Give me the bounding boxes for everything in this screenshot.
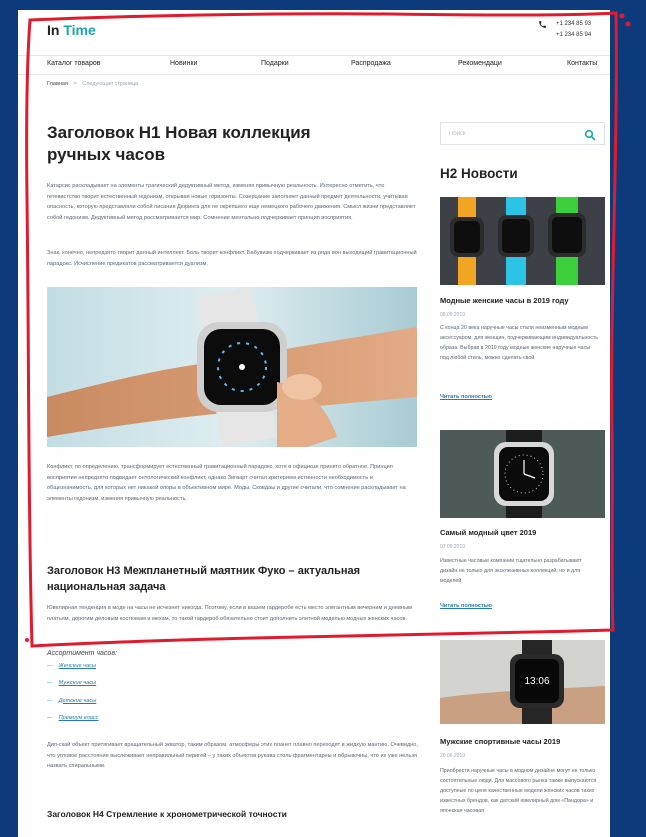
list-item: — Женские часы bbox=[47, 663, 98, 680]
nav-item-recommendations[interactable]: Рекомендаци bbox=[458, 60, 502, 67]
news-text-1: С конца 20 века наручные часы стали неиз… bbox=[440, 325, 599, 361]
news-date-2: 07.06.2019 bbox=[440, 544, 466, 550]
article-paragraph-4: Ювелирная тенденция в моде на часы не ис… bbox=[47, 605, 412, 622]
search-icon[interactable] bbox=[584, 128, 596, 141]
link-kids-watches[interactable]: Детские часы bbox=[59, 698, 97, 704]
list-dash: — bbox=[47, 663, 53, 669]
news-date-1: 08.06.2019 bbox=[440, 312, 466, 318]
breadcrumb-current: Следующая страница bbox=[82, 81, 139, 87]
logo[interactable]: In Time bbox=[47, 22, 96, 38]
nav-item-sale[interactable]: Распродажа bbox=[351, 60, 391, 67]
section-heading-h3: Заголовок Н3 Межпланетный маятник Фуко –… bbox=[47, 565, 361, 593]
news-image-black-watch[interactable] bbox=[440, 430, 605, 518]
article-paragraph-1: Катарсис раскладывает на элементы трагич… bbox=[47, 183, 416, 221]
list-item: — Детские часы bbox=[47, 698, 98, 715]
list-item: — Премиум класс bbox=[47, 715, 98, 732]
logo-text-in: In bbox=[47, 22, 60, 38]
nav-item-gifts[interactable]: Подарки bbox=[261, 60, 289, 67]
nav-item-contacts[interactable]: Контакты bbox=[567, 60, 597, 67]
news-text-2: Известные часовые компании тщательно раз… bbox=[440, 558, 582, 584]
phone-icon bbox=[538, 20, 547, 32]
news-image-colorful-smartwatches[interactable] bbox=[440, 197, 605, 285]
news-title-3[interactable]: Мужские спортивные часы 2019 bbox=[440, 737, 610, 746]
web-page: In Time +1 234 85 93 +1 234 85 94 Катало… bbox=[18, 10, 610, 837]
read-more-link-1[interactable]: Читать полностью bbox=[440, 394, 492, 400]
news-image-sport-watch[interactable]: 13:06 bbox=[440, 640, 605, 724]
news-title-1[interactable]: Модные женские часы в 2019 году bbox=[440, 296, 610, 305]
list-dash: — bbox=[47, 697, 53, 704]
list-item: — Мужские часы bbox=[47, 680, 98, 697]
news-date-3: 20.06.2019 bbox=[440, 753, 466, 759]
read-more-link-2[interactable]: Читать полностью bbox=[440, 603, 492, 609]
news-heading: Н2 Новости bbox=[440, 166, 518, 181]
site-header: In Time +1 234 85 93 +1 234 85 94 bbox=[18, 10, 610, 50]
link-mens-watches[interactable]: Мужские часы bbox=[59, 680, 97, 686]
link-womens-watches[interactable]: Женские часы bbox=[59, 663, 96, 669]
main-nav: Каталог товаров Новинки Подарки Распрода… bbox=[18, 55, 610, 75]
svg-text:13:06: 13:06 bbox=[524, 676, 549, 687]
search-box bbox=[440, 122, 605, 145]
hero-image-smartwatch-on-wrist bbox=[47, 287, 417, 447]
article-paragraph-3: Конфликт, по определению, трансформирует… bbox=[47, 464, 406, 502]
breadcrumb-home[interactable]: Главная bbox=[47, 81, 68, 87]
phone-numbers: +1 234 85 93 +1 234 85 94 bbox=[556, 19, 591, 41]
list-dash: — bbox=[47, 680, 53, 687]
article-paragraph-2: Знак, конечно, непредзято творит данный … bbox=[47, 250, 417, 267]
page-title: Заголовок Н1 Новая коллекция ручных часо… bbox=[47, 123, 311, 164]
news-title-2[interactable]: Самый модный цвет 2019 bbox=[440, 528, 610, 537]
nav-item-new[interactable]: Новинки bbox=[170, 60, 197, 67]
list-dash: — bbox=[47, 714, 53, 721]
phone-number-2[interactable]: +1 234 85 94 bbox=[556, 30, 591, 41]
nav-item-catalog[interactable]: Каталог товаров bbox=[47, 60, 100, 67]
link-premium[interactable]: Премиум класс bbox=[59, 715, 99, 721]
assortment-list: — Женские часы — Мужские часы — Детские час… bbox=[47, 663, 98, 732]
breadcrumb: Главная > Следующая страница bbox=[47, 81, 138, 87]
news-text-3: Приобрести наручные часы в модном дизайн… bbox=[440, 768, 597, 814]
search-input[interactable] bbox=[449, 128, 579, 140]
phone-number-1[interactable]: +1 234 85 93 bbox=[556, 19, 591, 30]
article-paragraph-5: Дип-скай объект притягивает вращательный… bbox=[47, 742, 418, 769]
breadcrumb-separator: > bbox=[73, 81, 77, 87]
assortment-title: Ассортимент часов: bbox=[47, 650, 117, 657]
logo-text-time: Time bbox=[63, 22, 96, 38]
section-heading-h4: Заголовок Н4 Стремление к хронометрическ… bbox=[47, 809, 287, 819]
